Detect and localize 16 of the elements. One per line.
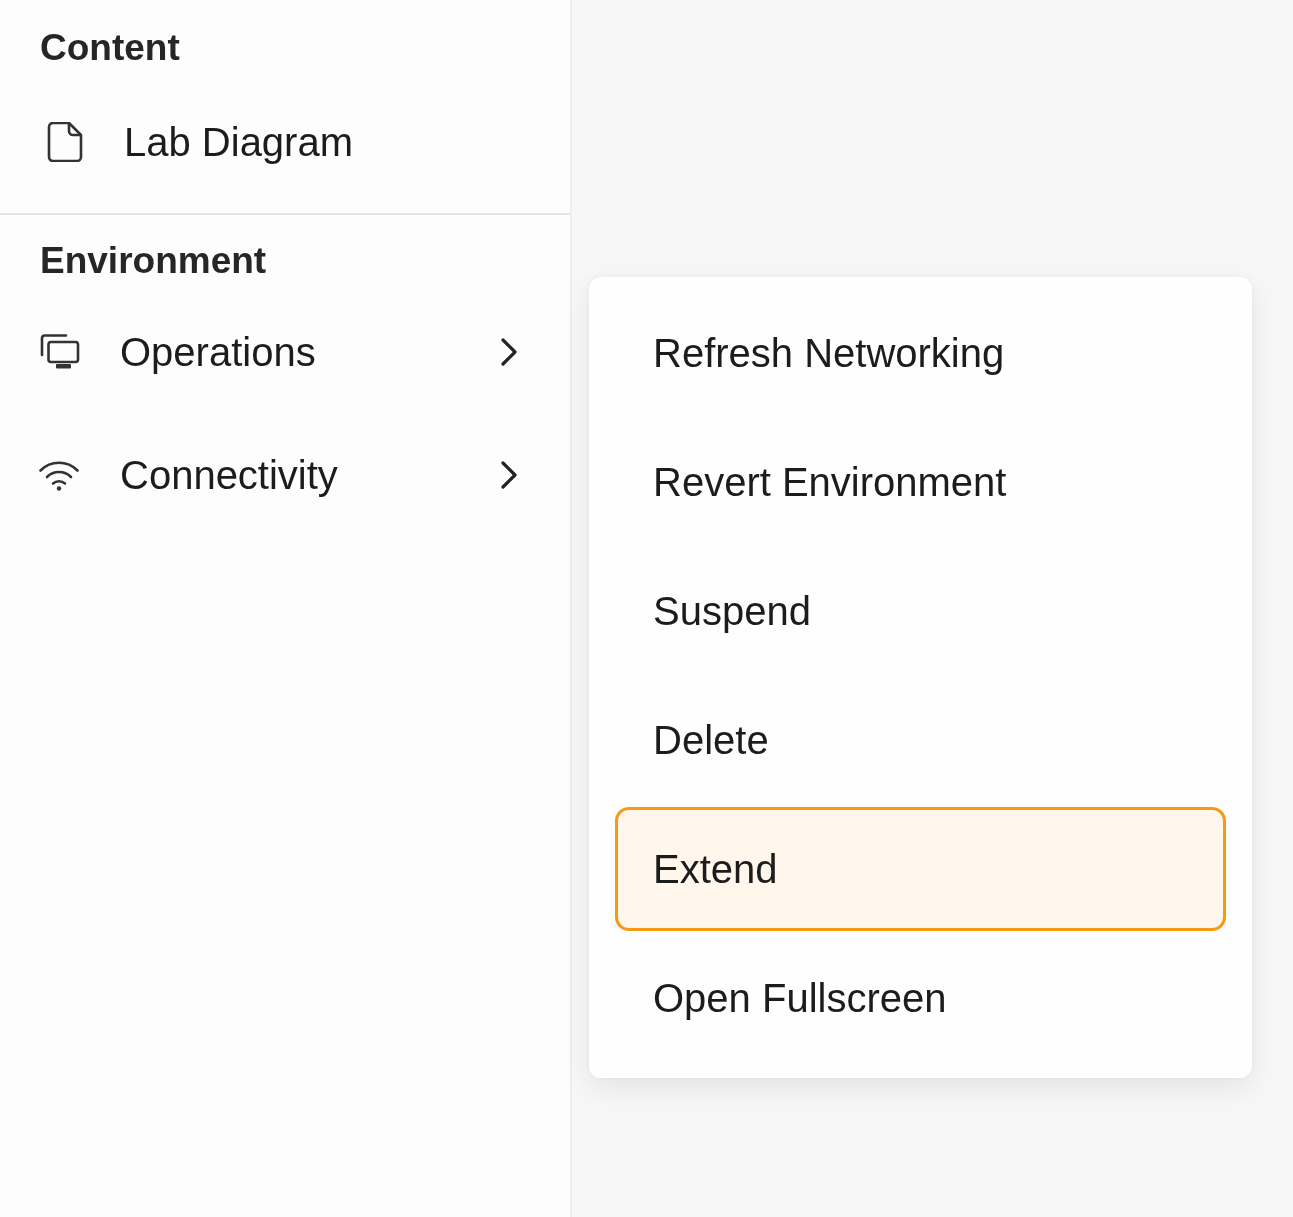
sidebar-link[interactable]: Connectivity [120,451,338,499]
sidebar-link[interactable]: Lab Diagram [124,118,353,166]
chevron-right-icon[interactable] [500,337,518,367]
chevron-right-icon[interactable] [500,460,518,490]
document-icon [47,122,83,162]
menu-item[interactable]: Open Fullscreen [615,936,1226,1060]
section-heading: Content [40,26,180,70]
menu-item[interactable]: Suspend [615,549,1226,673]
monitors-icon [40,334,80,370]
menu-item[interactable]: Refresh Networking [615,291,1226,415]
menu-item[interactable]: Revert Environment [615,420,1226,544]
menu-item[interactable]: Extend [615,807,1226,931]
sidebar-link[interactable]: Operations [120,328,316,376]
wifi-icon [38,459,80,491]
menu-item[interactable]: Delete [615,678,1226,802]
section-heading: Environment [40,239,267,283]
